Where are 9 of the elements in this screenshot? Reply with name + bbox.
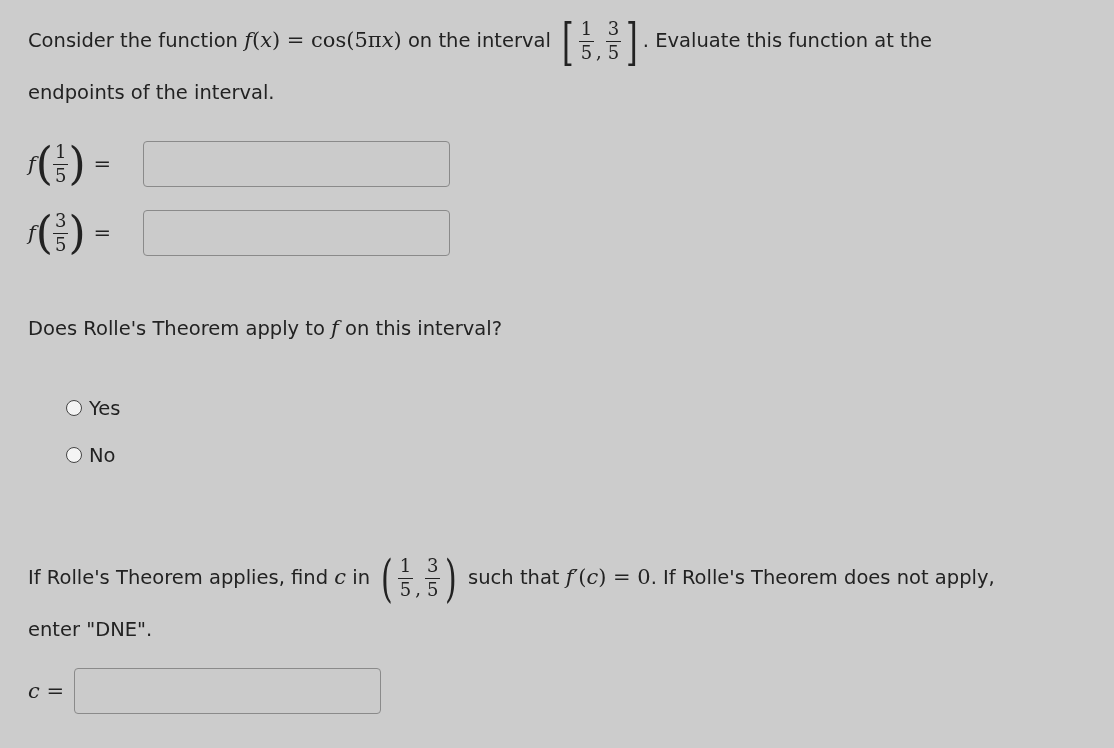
- question-text: Does Rolle's Theorem apply to f on this interval?: [28, 315, 504, 342]
- option-label: Yes: [89, 396, 121, 420]
- answer-label: c =: [28, 679, 66, 703]
- answer-field[interactable]: [74, 668, 381, 714]
- radio-button[interactable]: [66, 400, 82, 416]
- radio-button[interactable]: [66, 447, 82, 463]
- answer-field[interactable]: [143, 210, 450, 256]
- option-label: No: [89, 443, 116, 467]
- answer-field[interactable]: [143, 141, 450, 187]
